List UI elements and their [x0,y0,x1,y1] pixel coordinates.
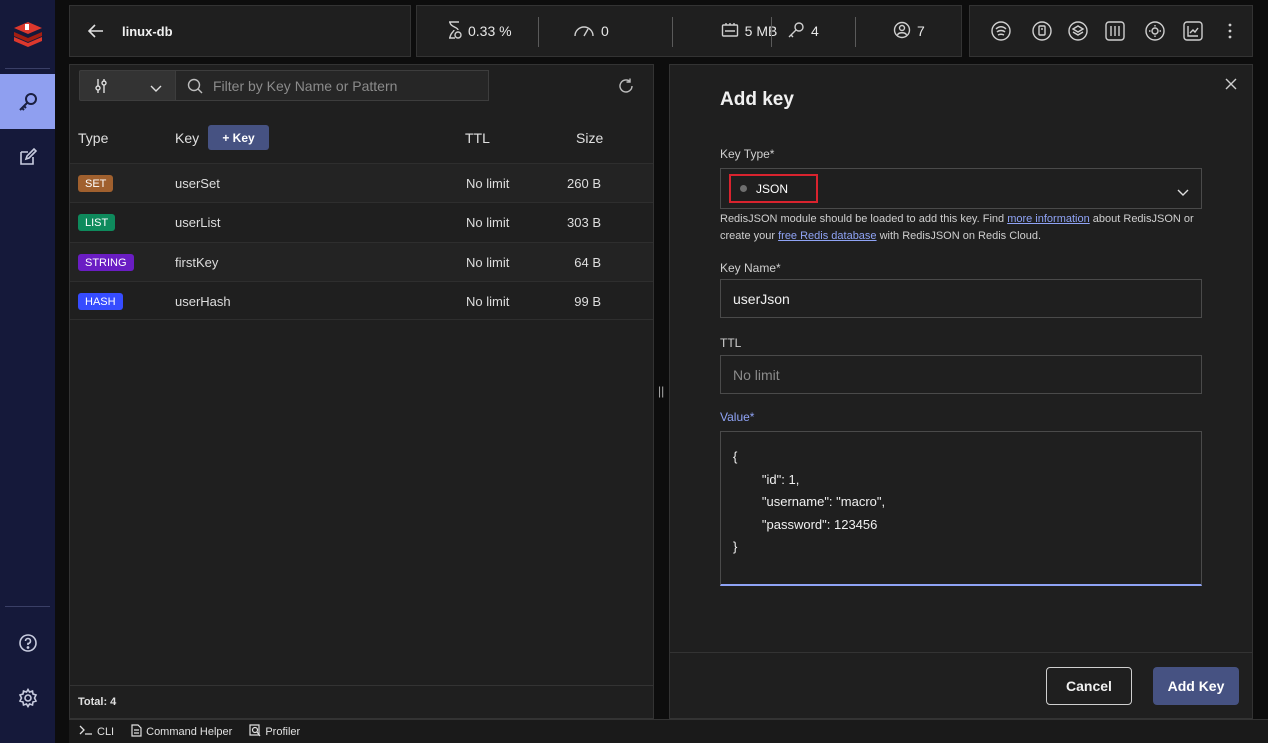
key-icon [787,21,805,42]
table-row[interactable]: LIST userList No limit 303 B [70,202,653,241]
type-badge: SET [78,175,114,192]
memory-icon [721,22,739,41]
search-icon [187,78,203,97]
table-row[interactable]: HASH userHash No limit 99 B [70,281,653,320]
cpu-value: 0.33 % [468,23,512,39]
key-list-panel: Type Key + Key TTL Size SET userSet No l… [69,64,654,719]
profiler-search-icon [248,723,261,740]
ttl-input[interactable] [720,355,1202,394]
ops-stat: 0 [573,6,609,56]
chevron-down-icon [1177,185,1189,200]
chevron-down-icon [150,81,162,96]
key-type-value: JSON [756,181,789,196]
key-type-filter-dropdown[interactable] [79,70,176,101]
column-key: Key [175,130,200,146]
column-size: Size [576,130,604,146]
profiler-tab[interactable]: Profiler [248,723,301,740]
db-header: linux-db [69,5,411,57]
ops-value: 0 [601,23,609,39]
key-size: 64 B [574,255,601,270]
refresh-icon[interactable] [618,78,634,97]
more-vertical-icon[interactable] [1218,19,1242,43]
command-helper-tab[interactable]: Command Helper [130,723,233,740]
db-stats: 0.33 % 0 5 MB 4 7 [416,5,962,57]
panel-resize-handle[interactable]: || [658,384,664,398]
key-name: userList [175,215,221,230]
key-name: userHash [175,294,231,309]
browser-nav-key-icon[interactable] [0,74,55,129]
key-size: 99 B [574,294,601,309]
redisjson-hint: RedisJSON module should be loaded to add… [720,211,1200,245]
key-name-input[interactable] [720,279,1202,318]
free-redis-database-link[interactable]: free Redis database [778,230,876,242]
submit-add-key-button[interactable]: Add Key [1153,667,1239,705]
add-key-panel: Add key Key Type* JSON RedisJSON module … [669,64,1253,719]
form-title: Add key [720,89,794,110]
column-type: Type [78,130,109,146]
column-ttl: TTL [465,130,490,146]
redis-logo-icon[interactable] [0,5,55,60]
add-key-button[interactable]: + Key [208,125,269,150]
key-name: userSet [175,176,220,191]
table-row[interactable]: STRING firstKey No limit 64 B [70,242,653,281]
bottom-bar: CLI Command Helper Profiler [69,719,1268,743]
ttl-label: TTL [720,336,742,350]
hint-text: RedisJSON module should be loaded to add… [720,213,1008,225]
document-icon [130,723,142,740]
back-arrow-icon[interactable] [87,22,105,43]
command-helper-label: Command Helper [146,725,233,738]
pubsub-icon[interactable] [989,19,1013,43]
db-settings-gear-icon[interactable] [1143,19,1167,43]
key-name-label: Key Name* [720,261,781,275]
terminal-prompt-icon [79,725,93,738]
insights-chart-icon[interactable] [1181,19,1205,43]
key-ttl: No limit [466,215,510,230]
hint-text: with RedisJSON on Redis Cloud. [876,230,1042,242]
navigation-rail [0,0,55,743]
db-name: linux-db [122,24,173,39]
memory-value: 5 MB [744,23,778,39]
clients-value: 7 [917,23,925,39]
close-icon[interactable] [1222,75,1240,93]
layers-icon[interactable] [1066,19,1090,43]
type-badge: LIST [78,214,116,231]
value-label: Value* [720,410,755,424]
cpu-icon [446,20,462,42]
key-name: firstKey [175,255,219,270]
key-size: 303 B [567,215,601,230]
settings-gear-icon[interactable] [0,670,55,725]
cancel-button[interactable]: Cancel [1046,667,1132,705]
key-size: 260 B [567,176,601,191]
keys-stat: 4 [787,6,819,56]
key-type-selected-value: JSON [729,174,818,203]
user-circle-icon [893,21,911,42]
type-badge: STRING [78,254,134,271]
key-ttl: No limit [466,176,510,191]
help-icon[interactable] [0,615,55,670]
total-keys-count: Total: 4 [78,696,117,708]
keys-value: 4 [811,23,819,39]
key-ttl: No limit [466,255,510,270]
filter-sliders-icon [94,78,108,97]
status-dot-icon [740,185,747,192]
key-ttl: No limit [466,294,510,309]
value-textarea[interactable]: { "id": 1, "username": "macro", "passwor… [720,431,1202,586]
profiler-label: Profiler [265,725,301,738]
db-tools [969,5,1253,57]
speedometer-icon [573,22,595,41]
slowlog-icon[interactable] [1030,19,1054,43]
clients-stat: 7 [893,6,925,56]
type-badge: HASH [78,293,123,310]
table-row[interactable]: SET userSet No limit 260 B [70,163,653,202]
cpu-stat: 0.33 % [446,6,512,56]
key-type-label: Key Type* [720,147,775,161]
more-information-link[interactable]: more information [1007,213,1090,225]
key-type-select[interactable]: JSON [720,168,1202,209]
cli-tab[interactable]: CLI [79,725,114,738]
analysis-grid-icon[interactable] [1103,19,1127,43]
cli-label: CLI [97,725,115,738]
workbench-nav-edit-icon[interactable] [0,129,55,184]
key-filter-input[interactable] [175,70,489,101]
